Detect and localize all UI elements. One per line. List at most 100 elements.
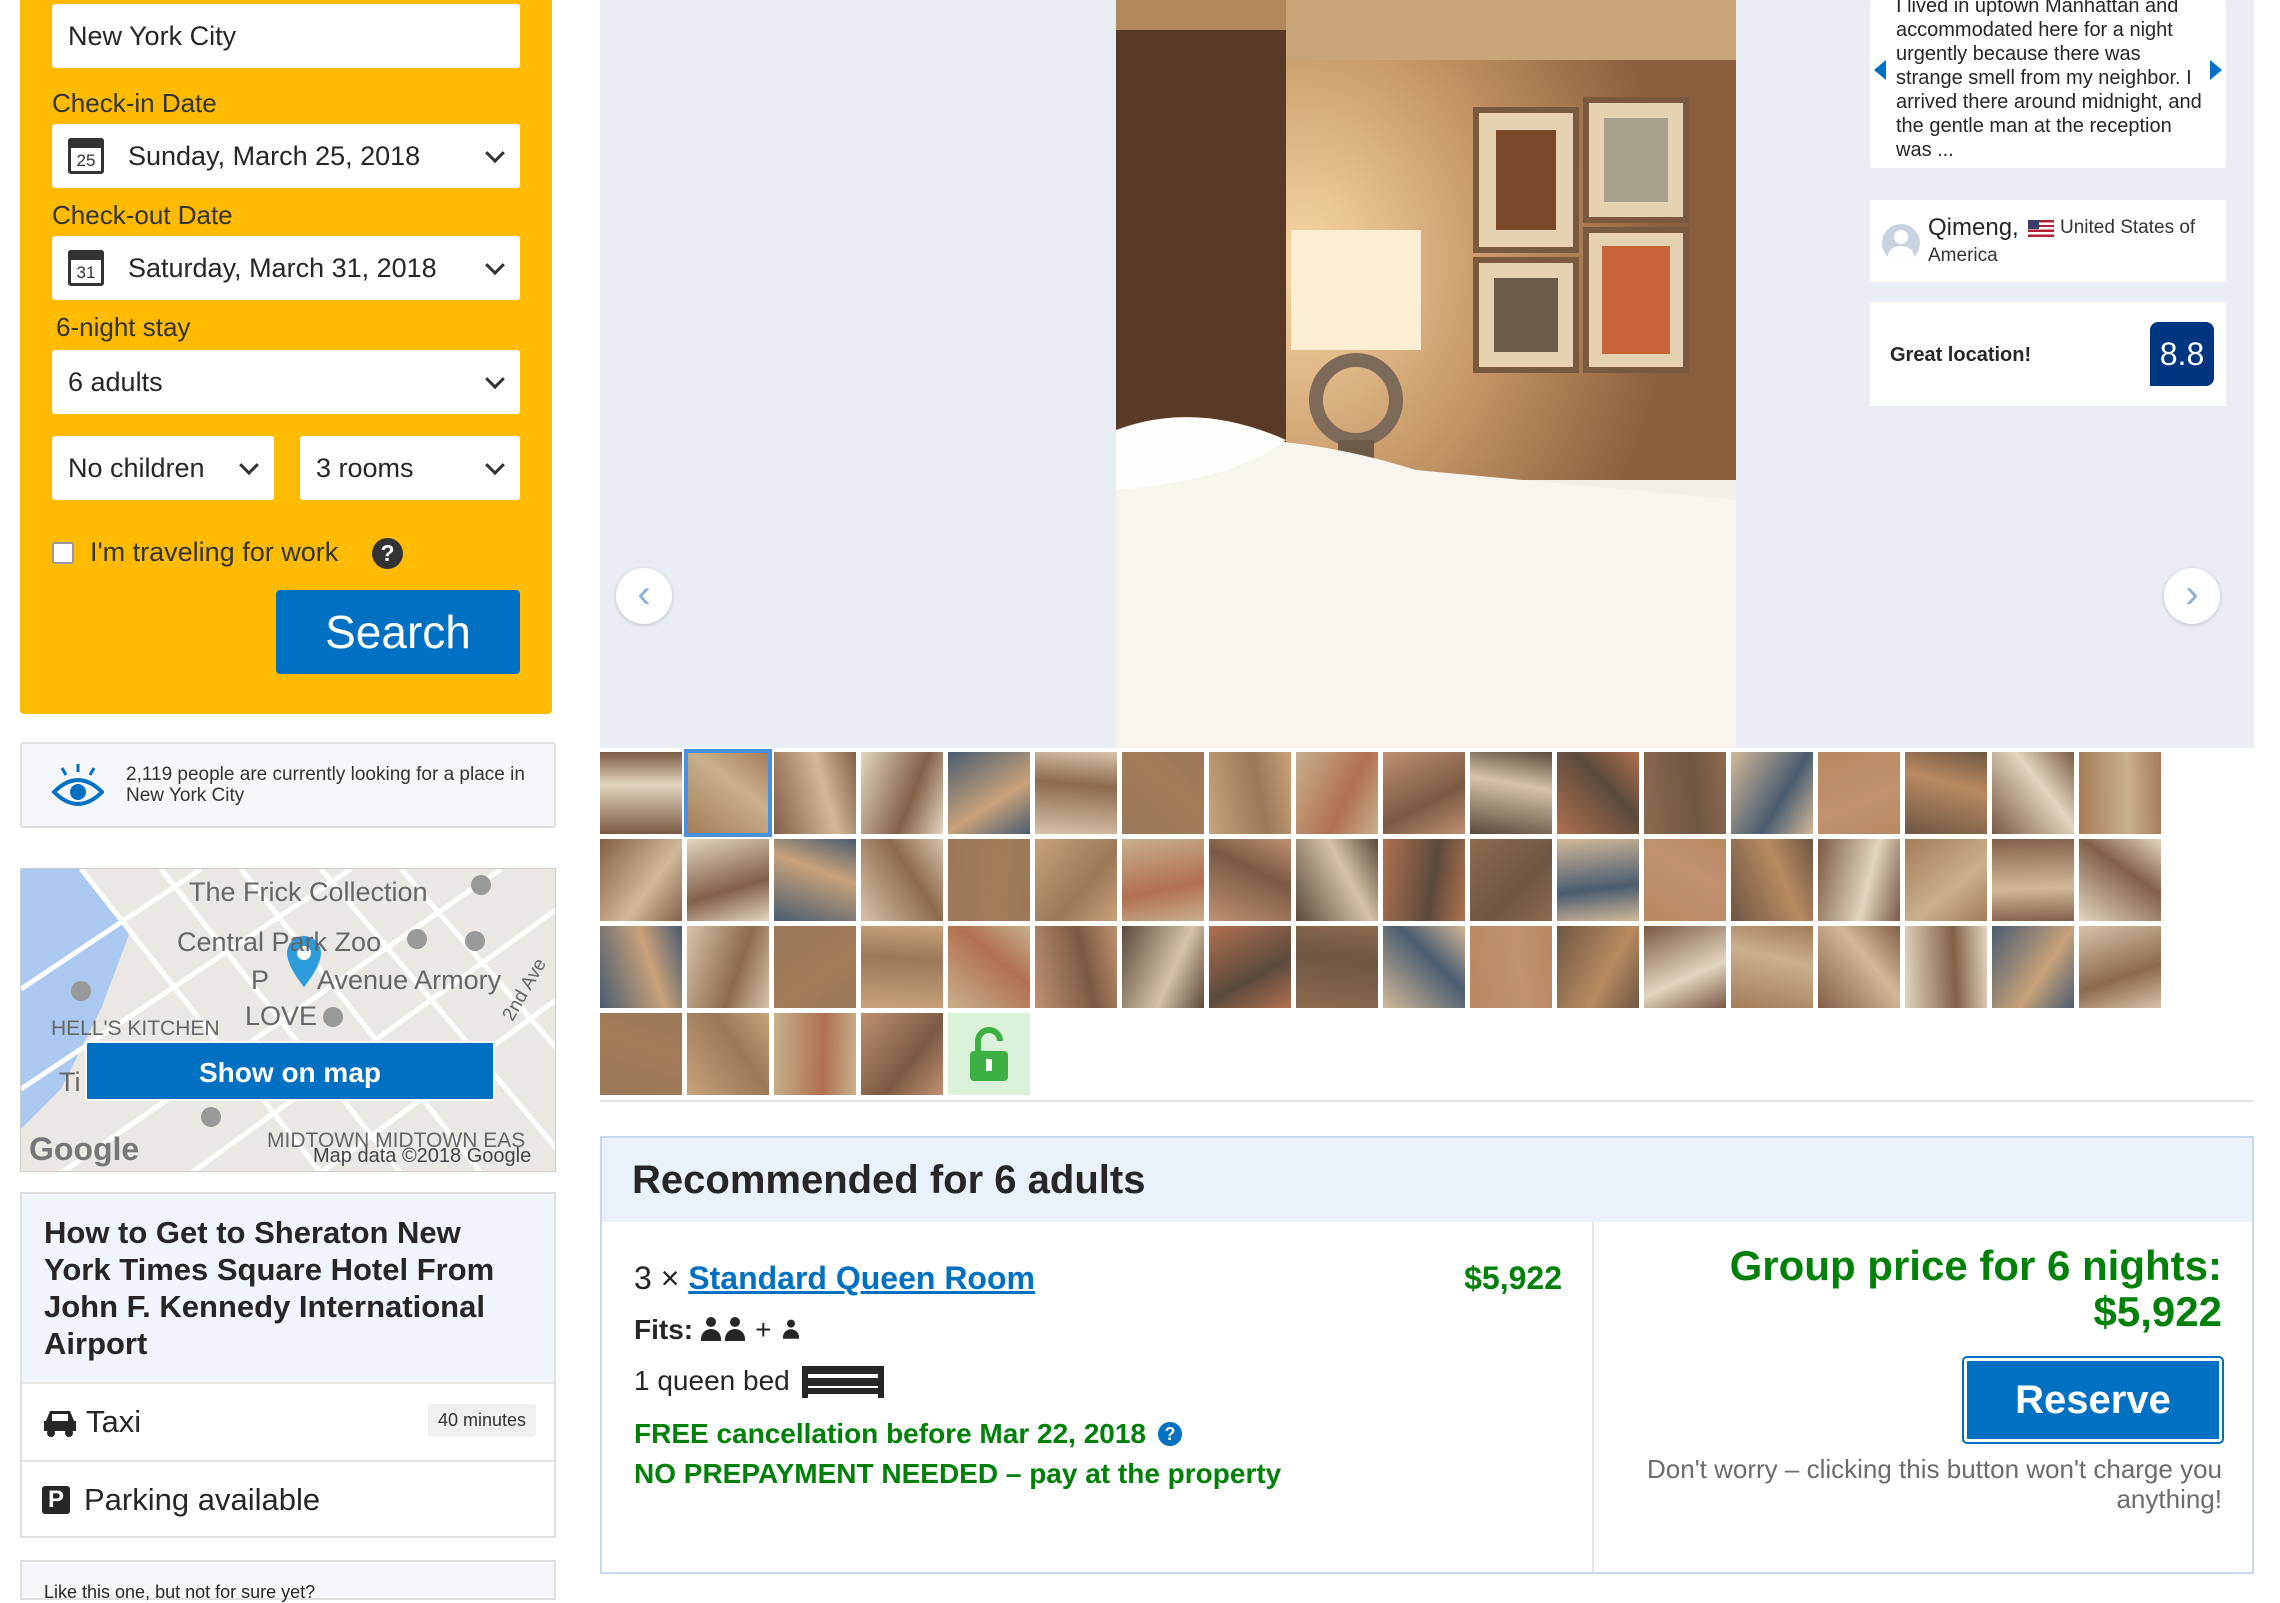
gallery-thumbnail[interactable] bbox=[1557, 926, 1639, 1008]
gallery-thumbnail[interactable] bbox=[1818, 752, 1900, 834]
gallery-thumbnail[interactable] bbox=[1731, 752, 1813, 834]
gallery-thumbnail[interactable] bbox=[1383, 926, 1465, 1008]
map-preview[interactable]: The Frick Collection Central Park Zoo P … bbox=[20, 868, 556, 1172]
checkin-value: Sunday, March 25, 2018 bbox=[128, 140, 421, 171]
gallery-thumbnail[interactable] bbox=[1557, 752, 1639, 834]
gallery-thumbnail[interactable] bbox=[1296, 752, 1378, 834]
review-prev-icon[interactable] bbox=[1874, 60, 1886, 80]
gallery-thumbnail[interactable] bbox=[948, 752, 1030, 834]
gallery-thumbnail[interactable] bbox=[2079, 926, 2161, 1008]
gallery-thumbnail[interactable] bbox=[861, 839, 943, 921]
gallery-thumbnail[interactable] bbox=[774, 1013, 856, 1095]
reserve-button[interactable]: Reserve bbox=[1962, 1356, 2224, 1444]
reviewer-card: Qimeng, United States of America bbox=[1870, 200, 2226, 282]
gallery-thumbnail[interactable] bbox=[1122, 926, 1204, 1008]
unlock-more-photos-tile[interactable] bbox=[948, 1013, 1030, 1095]
like-box: Like this one, but not for sure yet? bbox=[20, 1560, 556, 1602]
gallery-thumbnail[interactable] bbox=[1905, 926, 1987, 1008]
gallery-thumbnail[interactable] bbox=[1731, 926, 1813, 1008]
gallery-thumbnail[interactable] bbox=[1992, 752, 2074, 834]
score-badge: 8.8 bbox=[2150, 322, 2214, 386]
gallery-thumbnail[interactable] bbox=[1905, 839, 1987, 921]
divider bbox=[600, 1100, 2254, 1102]
review-next-icon[interactable] bbox=[2210, 60, 2222, 80]
plus-sign: + bbox=[755, 1314, 772, 1345]
gallery-thumbnail[interactable] bbox=[687, 926, 769, 1008]
fits-label: Fits: bbox=[634, 1314, 694, 1345]
map-label-p: P bbox=[251, 965, 270, 995]
gallery-thumbnail[interactable] bbox=[1383, 839, 1465, 921]
gallery-thumbnail[interactable] bbox=[948, 839, 1030, 921]
work-checkbox[interactable] bbox=[52, 542, 74, 564]
question-icon[interactable]: ? bbox=[1157, 1422, 1182, 1446]
gallery-thumbnail[interactable] bbox=[1035, 752, 1117, 834]
gallery-prev-button[interactable]: ‹ bbox=[616, 568, 672, 624]
checkin-label: Check-in Date bbox=[52, 88, 217, 118]
taxi-icon bbox=[44, 1411, 76, 1437]
parking-label: Parking available bbox=[84, 1482, 321, 1517]
gallery-thumbnail[interactable] bbox=[1731, 839, 1813, 921]
gallery-thumbnail[interactable] bbox=[1209, 926, 1291, 1008]
gallery-thumbnail[interactable] bbox=[1035, 839, 1117, 921]
room-link[interactable]: Standard Queen Room bbox=[688, 1260, 1035, 1296]
gallery-thumbnail[interactable] bbox=[1992, 926, 2074, 1008]
gallery-thumbnail[interactable] bbox=[1818, 839, 1900, 921]
gallery-thumbnail[interactable] bbox=[861, 926, 943, 1008]
gallery-thumbnail[interactable] bbox=[1992, 839, 2074, 921]
children-select[interactable]: No children bbox=[52, 436, 274, 500]
gallery-thumbnail[interactable] bbox=[687, 1013, 769, 1095]
children-value: No children bbox=[68, 452, 205, 483]
no-charge-note: Don't worry – clicking this button won't… bbox=[1647, 1454, 2222, 1514]
gallery-thumbnail[interactable] bbox=[948, 926, 1030, 1008]
gallery-thumbnail[interactable] bbox=[861, 752, 943, 834]
checkout-select[interactable]: 31 Saturday, March 31, 2018 bbox=[52, 236, 520, 300]
checkin-select[interactable]: 25 Sunday, March 25, 2018 bbox=[52, 124, 520, 188]
gallery-thumbnail[interactable] bbox=[600, 839, 682, 921]
work-label: I'm traveling for work bbox=[90, 537, 339, 567]
gallery-thumbnail[interactable] bbox=[684, 749, 772, 837]
unlock-icon bbox=[970, 1027, 1008, 1081]
map-label-hells-kitchen: HELL'S KITCHEN bbox=[51, 1017, 220, 1040]
gallery-thumbnail[interactable] bbox=[861, 1013, 943, 1095]
gallery-thumbnail[interactable] bbox=[1122, 752, 1204, 834]
gallery-next-button[interactable]: › bbox=[2164, 568, 2220, 624]
hotel-room-photo bbox=[1116, 0, 1736, 748]
help-icon[interactable]: ? bbox=[372, 538, 403, 569]
gallery-thumbnail[interactable] bbox=[1470, 926, 1552, 1008]
gallery-thumbnail[interactable] bbox=[1122, 839, 1204, 921]
gallery-thumbnail[interactable] bbox=[1470, 752, 1552, 834]
destination-input[interactable]: New York City bbox=[52, 4, 520, 68]
gallery-thumbnail[interactable] bbox=[600, 1013, 682, 1095]
directions-card: How to Get to Sheraton New York Times Sq… bbox=[20, 1192, 556, 1538]
gallery-thumbnail[interactable] bbox=[1209, 839, 1291, 921]
gallery-thumbnail[interactable] bbox=[1296, 839, 1378, 921]
gallery-thumbnail[interactable] bbox=[687, 839, 769, 921]
gallery-thumbnail[interactable] bbox=[1470, 839, 1552, 921]
search-button[interactable]: Search bbox=[276, 590, 520, 674]
rooms-select[interactable]: 3 rooms bbox=[300, 436, 520, 500]
gallery-thumbnail[interactable] bbox=[774, 839, 856, 921]
adults-select[interactable]: 6 adults bbox=[52, 350, 520, 414]
gallery-thumbnail[interactable] bbox=[1383, 752, 1465, 834]
gallery-thumbnail[interactable] bbox=[1905, 752, 1987, 834]
gallery-thumbnail[interactable] bbox=[1557, 839, 1639, 921]
taxi-row: Taxi 40 minutes bbox=[22, 1382, 554, 1460]
gallery-thumbnail[interactable] bbox=[1209, 752, 1291, 834]
gallery-thumbnail[interactable] bbox=[1644, 926, 1726, 1008]
gallery-thumbnail[interactable] bbox=[600, 752, 682, 834]
show-on-map-button[interactable]: Show on map bbox=[85, 1041, 495, 1101]
gallery-thumbnail[interactable] bbox=[2079, 752, 2161, 834]
room-qty: 3 × bbox=[634, 1260, 680, 1296]
gallery-thumbnail[interactable] bbox=[774, 752, 856, 834]
gallery-thumbnail[interactable] bbox=[1035, 926, 1117, 1008]
gallery-thumbnail[interactable] bbox=[1644, 839, 1726, 921]
chevron-down-icon bbox=[485, 255, 505, 276]
gallery-thumbnail[interactable] bbox=[1818, 926, 1900, 1008]
main-photo[interactable] bbox=[1116, 0, 1736, 748]
gallery-thumbnail[interactable] bbox=[774, 926, 856, 1008]
score-label: Great location! bbox=[1890, 344, 2032, 366]
gallery-thumbnail[interactable] bbox=[600, 926, 682, 1008]
gallery-thumbnail[interactable] bbox=[1296, 926, 1378, 1008]
gallery-thumbnail[interactable] bbox=[2079, 839, 2161, 921]
gallery-thumbnail[interactable] bbox=[1644, 752, 1726, 834]
